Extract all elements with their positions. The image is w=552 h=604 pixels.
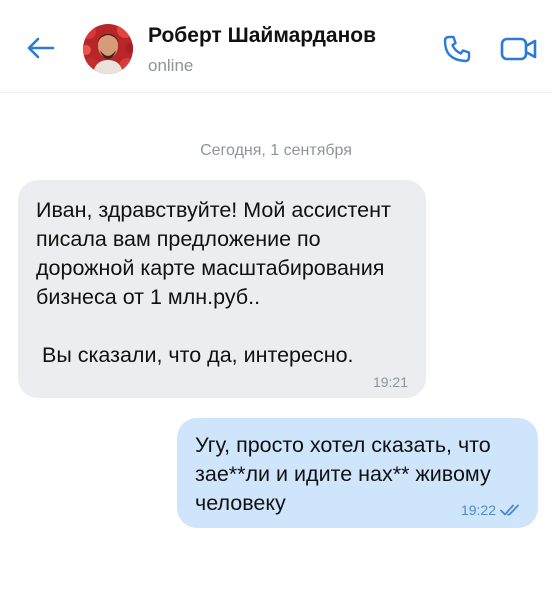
avatar-image xyxy=(83,24,133,74)
message-time: 19:21 xyxy=(372,374,408,390)
arrow-left-icon xyxy=(27,37,55,59)
chat-screen: Роберт Шаймарданов online Сегодня, 1 сен… xyxy=(0,0,552,604)
call-button[interactable] xyxy=(440,32,474,66)
contact-status: online xyxy=(148,56,194,75)
message-meta: 19:22 xyxy=(461,502,522,518)
video-camera-icon xyxy=(500,37,537,61)
message-bubble-outgoing[interactable]: Угу, просто хотел сказать, что зае**ли и… xyxy=(177,418,538,528)
message-bubble-incoming[interactable]: Иван, здравствуйте! Мой ассистент писала… xyxy=(18,180,426,398)
double-check-icon xyxy=(500,504,519,516)
phone-icon xyxy=(443,35,471,63)
avatar[interactable] xyxy=(83,24,133,74)
back-button[interactable] xyxy=(20,30,60,66)
contact-name[interactable]: Роберт Шаймарданов xyxy=(148,24,376,48)
chat-header: Роберт Шаймарданов online xyxy=(0,0,552,93)
message-time: 19:22 xyxy=(460,502,496,518)
video-call-button[interactable] xyxy=(498,32,540,66)
message-text: Иван, здравствуйте! Мой ассистент писала… xyxy=(36,198,391,367)
date-separator: Сегодня, 1 сентября xyxy=(200,142,352,159)
